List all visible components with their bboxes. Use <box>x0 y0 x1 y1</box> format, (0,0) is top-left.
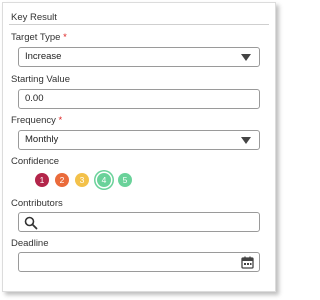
contributors-search-input[interactable] <box>18 212 260 232</box>
confidence-option-label: 2 <box>59 175 65 185</box>
confidence-option-2[interactable]: 2 <box>55 173 69 187</box>
confidence-label: Confidence <box>11 156 60 167</box>
deadline-date-input[interactable] <box>18 252 260 272</box>
confidence-option-label: 5 <box>122 175 128 185</box>
deadline-label: Deadline <box>11 238 49 249</box>
frequency-value: Monthly <box>25 134 59 145</box>
confidence-option-label: 1 <box>39 175 45 185</box>
title-divider <box>9 24 269 25</box>
confidence-option-label: 3 <box>79 175 85 185</box>
dropdown-caret-icon <box>241 137 251 144</box>
confidence-option-4[interactable]: 4 <box>97 173 111 187</box>
frequency-label-text: Frequency <box>11 115 56 126</box>
confidence-option-label: 4 <box>101 175 107 185</box>
confidence-option-3[interactable]: 3 <box>75 173 89 187</box>
confidence-option-5[interactable]: 5 <box>118 173 132 187</box>
required-mark: * <box>63 32 67 43</box>
dropdown-caret-icon <box>241 54 251 61</box>
target-type-label: Target Type * <box>11 32 67 43</box>
frequency-label: Frequency * <box>11 115 62 126</box>
starting-value-input[interactable]: 0.00 <box>18 89 260 109</box>
required-mark: * <box>58 115 63 126</box>
confidence-option-1[interactable]: 1 <box>35 173 49 187</box>
key-result-panel: Key Result Target Type * Increase Starti… <box>2 2 276 292</box>
target-type-label-text: Target Type <box>11 32 61 43</box>
starting-value-label: Starting Value <box>11 74 70 85</box>
frequency-select[interactable]: Monthly <box>18 130 260 150</box>
calendar-icon[interactable] <box>241 256 254 269</box>
target-type-value: Increase <box>25 51 62 62</box>
starting-value-text: 0.00 <box>25 93 44 104</box>
target-type-select[interactable]: Increase <box>18 47 260 67</box>
section-title: Key Result <box>11 12 57 23</box>
contributors-label: Contributors <box>11 198 63 209</box>
search-icon <box>24 216 38 230</box>
